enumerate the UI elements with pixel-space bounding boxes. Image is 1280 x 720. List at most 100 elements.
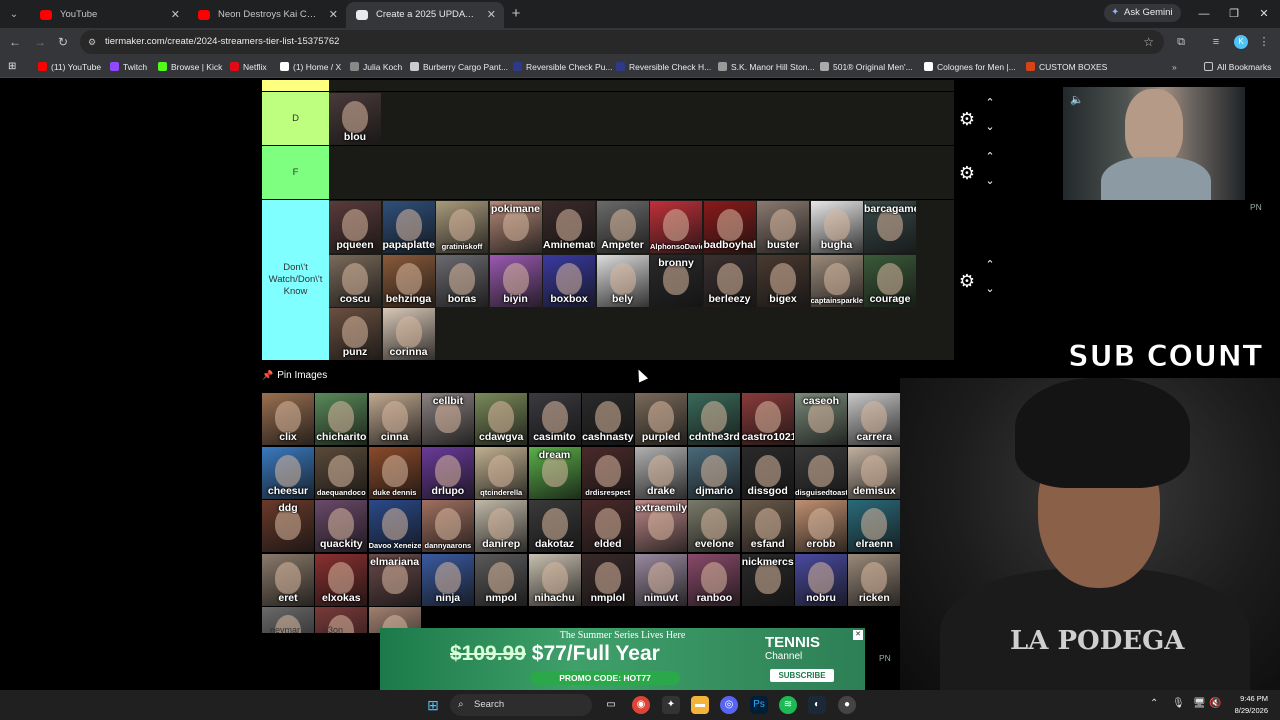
- bookmark-6[interactable]: Burberry Cargo Pant...: [410, 56, 508, 78]
- clock[interactable]: 9:46 PM 8/29/2026: [1224, 693, 1268, 717]
- streamer-tile[interactable]: punz: [329, 308, 381, 360]
- streamer-tile[interactable]: boras: [436, 254, 488, 307]
- streamer-tile[interactable]: badboyhalo: [703, 201, 756, 253]
- bookmark-8[interactable]: Reversible Check H...: [616, 56, 711, 78]
- streamer-tile[interactable]: cheesur: [262, 446, 314, 499]
- streamer-tile[interactable]: gratiniskoff: [436, 201, 488, 253]
- tab-close-icon[interactable]: ✕: [171, 2, 180, 28]
- streamer-tile[interactable]: dream: [528, 446, 581, 499]
- steam-icon[interactable]: ◐: [808, 696, 826, 714]
- new-tab-button[interactable]: +: [504, 2, 528, 28]
- taskbar-search[interactable]: ⌕ Search: [450, 694, 592, 716]
- spotify-icon[interactable]: ≋: [779, 696, 797, 714]
- streamer-tile[interactable]: demisux: [848, 446, 900, 499]
- tab-close-icon[interactable]: ✕: [329, 2, 338, 28]
- streamer-tile[interactable]: AlphonsoDavies: [650, 201, 702, 253]
- streamer-tile[interactable]: papaplatte: [382, 201, 435, 253]
- streamer-tile[interactable]: evelone: [688, 500, 741, 552]
- streamer-tile[interactable]: dakotaz: [528, 500, 581, 552]
- settings-gear-icon[interactable]: ⚙: [957, 109, 977, 129]
- photoshop-icon[interactable]: Ps: [750, 696, 768, 714]
- streamer-tile[interactable]: nobru: [795, 553, 847, 606]
- bookmark-12[interactable]: CUSTOM BOXES: [1026, 56, 1107, 78]
- streamer-tile[interactable]: dannyaarons: [421, 500, 474, 552]
- file-explorer-icon[interactable]: ▬: [691, 696, 709, 714]
- network-icon[interactable]: 🖥: [1193, 698, 1206, 709]
- settings-gear-icon[interactable]: ⚙: [957, 271, 977, 291]
- streamer-tile[interactable]: danirep: [475, 500, 528, 552]
- streamer-tile[interactable]: disguisedtoast: [795, 446, 847, 499]
- streamer-tile[interactable]: eret: [262, 553, 314, 606]
- ad-close-icon[interactable]: ✕: [853, 630, 863, 640]
- tray-chevron-icon[interactable]: ⌃: [1150, 698, 1158, 709]
- streamer-tile[interactable]: caseoh: [795, 393, 847, 445]
- streamer-tile[interactable]: bely: [596, 254, 649, 307]
- tab-close-icon[interactable]: ✕: [487, 2, 496, 28]
- tab-2[interactable]: Create a 2025 UPDATED Stream ✕: [346, 2, 504, 28]
- tab-1[interactable]: Neon Destroys Kai Cenat's Ego ✕: [188, 2, 346, 28]
- streamer-tile[interactable]: drdisrespect: [581, 446, 634, 499]
- streamer-tile[interactable]: elded: [581, 500, 634, 552]
- streamer-tile[interactable]: elraenn: [848, 500, 900, 552]
- streamer-tile[interactable]: pokimane: [489, 201, 542, 253]
- media-controls-icon[interactable]: ≡: [1208, 34, 1224, 50]
- settings-gear-icon[interactable]: ⚙: [957, 163, 977, 183]
- move-down-icon[interactable]: ⌄: [983, 283, 997, 295]
- streamer-tile[interactable]: clix: [262, 393, 314, 445]
- streamer-tile[interactable]: bronny: [650, 254, 702, 307]
- streamer-tile[interactable]: carrera: [848, 393, 900, 445]
- address-bar[interactable]: ⚙ tiermaker.com/create/2024-streamers-ti…: [80, 30, 1164, 54]
- bookmark-7[interactable]: Reversible Check Pu...: [513, 56, 612, 78]
- move-up-icon[interactable]: ⌃: [983, 97, 997, 109]
- streamer-tile[interactable]: dissgod: [741, 446, 794, 499]
- streamer-tile[interactable]: berleezy: [703, 254, 756, 307]
- obs-icon[interactable]: ●: [838, 696, 856, 714]
- bookmark-4[interactable]: (1) Home / X: [280, 56, 341, 78]
- move-down-icon[interactable]: ⌄: [983, 175, 997, 187]
- profile-avatar[interactable]: K: [1234, 35, 1248, 49]
- minimize-button[interactable]: —: [1188, 0, 1220, 28]
- streamer-tile[interactable]: elmariana: [368, 553, 421, 606]
- streamer-tile[interactable]: nmplol: [581, 553, 634, 606]
- forward-icon[interactable]: →: [30, 32, 50, 52]
- streamer-tile[interactable]: Aminematue: [543, 201, 595, 253]
- streamer-tile[interactable]: drake: [635, 446, 688, 499]
- streamer-tile[interactable]: cdnthe3rd: [688, 393, 741, 445]
- streamer-tile[interactable]: qtcinderella: [475, 446, 528, 499]
- streamer-tile[interactable]: ddg: [262, 500, 314, 552]
- bookmark-9[interactable]: S.K. Manor Hill Ston...: [718, 56, 815, 78]
- reload-icon[interactable]: ↻: [53, 32, 73, 52]
- streamer-tile[interactable]: elxokas: [315, 553, 368, 606]
- streamer-tile[interactable]: pqueen: [329, 201, 381, 253]
- discord-icon[interactable]: ◎: [720, 696, 738, 714]
- volume-icon[interactable]: 🔇: [1209, 698, 1221, 709]
- streamer-tile[interactable]: biyin: [489, 254, 542, 307]
- tennis-channel-ad[interactable]: The Summer Series Lives Here $109.99 $77…: [380, 628, 865, 690]
- streamer-tile[interactable]: ninja: [421, 553, 474, 606]
- task-view-icon[interactable]: ▭: [602, 696, 620, 714]
- streamer-tile[interactable]: cdawgva: [475, 393, 528, 445]
- streamer-tile[interactable]: ranboo: [688, 553, 741, 606]
- start-icon[interactable]: ⊞: [424, 696, 442, 714]
- streamer-tile[interactable]: blou: [329, 93, 381, 145]
- bookmark-2[interactable]: Browse | Kick: [158, 56, 222, 78]
- streamer-tile[interactable]: cinna: [368, 393, 421, 445]
- streamer-tile[interactable]: behzinga: [382, 254, 435, 307]
- menu-icon[interactable]: ⋮: [1256, 34, 1272, 50]
- bookmark-3[interactable]: Netflix: [230, 56, 267, 78]
- ad-subscribe-button[interactable]: SUBSCRIBE: [770, 669, 834, 682]
- tier-label[interactable]: D: [262, 92, 329, 145]
- back-icon[interactable]: ←: [5, 32, 25, 52]
- app-icon[interactable]: ✦: [662, 696, 680, 714]
- streamer-tile[interactable]: corinna: [382, 308, 435, 360]
- tier-label[interactable]: F: [262, 146, 329, 199]
- streamer-tile[interactable]: Davoo Xeneize: [368, 500, 421, 552]
- streamer-tile[interactable]: nmpol: [475, 553, 528, 606]
- close-window-button[interactable]: ✕: [1248, 0, 1280, 28]
- bookmark-10[interactable]: 501® Original Men'...: [820, 56, 913, 78]
- restore-button[interactable]: ❐: [1218, 0, 1250, 28]
- streamer-tile[interactable]: drlupo: [421, 446, 474, 499]
- more-bookmarks-icon[interactable]: »: [1172, 56, 1177, 78]
- streamer-tile[interactable]: daequandoco: [315, 446, 368, 499]
- bookmark-1[interactable]: Twitch: [110, 56, 147, 78]
